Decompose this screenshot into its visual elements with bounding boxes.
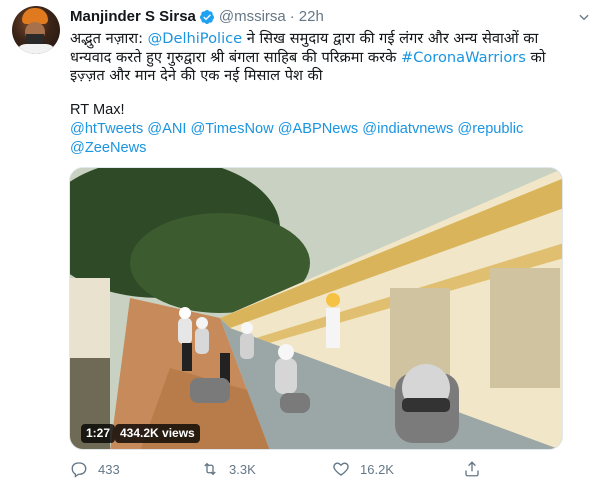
retweet-icon xyxy=(204,462,216,476)
author-handle[interactable]: @mssirsa xyxy=(219,8,286,25)
hashtag-coronawarriors-link[interactable]: #CoronaWarriors xyxy=(401,49,526,66)
tweet-timestamp[interactable]: 22h xyxy=(299,8,324,25)
video-duration-badge: 1:27 xyxy=(81,424,116,443)
share-icon xyxy=(465,461,479,477)
separator-dot: · xyxy=(289,8,295,25)
avatar-shirt xyxy=(16,44,56,54)
tweet-actions: 433 3.3K 16.2K xyxy=(70,460,590,484)
tweet-text-segment: अद्भुत नज़ारा: xyxy=(70,30,148,47)
like-button[interactable]: 16.2K xyxy=(332,460,394,478)
author-name[interactable]: Manjinder S Sirsa xyxy=(70,8,196,25)
mentions-line-1[interactable]: @htTweets @ANI @TimesNow @ABPNews @india… xyxy=(70,120,590,139)
reply-icon xyxy=(71,462,87,478)
video-window xyxy=(490,268,560,388)
video-views-badge: 434.2K views xyxy=(115,424,200,443)
retweet-count: 3.3K xyxy=(229,461,256,477)
retweet-button[interactable]: 3.3K xyxy=(201,460,256,478)
reply-button[interactable]: 433 xyxy=(70,460,120,478)
avatar[interactable] xyxy=(12,6,60,54)
share-button[interactable] xyxy=(463,460,481,478)
video-player[interactable] xyxy=(69,167,563,450)
tweet-text-line-2: धन्यवाद करते हुए गुरुद्वारा श्री बंगला स… xyxy=(70,49,590,68)
like-count: 16.2K xyxy=(360,461,394,477)
rt-text: RT Max! xyxy=(70,102,125,118)
mention-delhipolice-link[interactable]: @DelhiPolice xyxy=(148,30,243,47)
video-frame-illustration xyxy=(70,168,562,449)
chevron-down-icon[interactable] xyxy=(577,10,591,24)
reply-count: 433 xyxy=(98,461,120,477)
tweet-text-segment: धन्यवाद करते हुए गुरुद्वारा श्री बंगला स… xyxy=(70,48,401,66)
heart-icon xyxy=(333,462,349,476)
tweet-text: अद्भुत नज़ारा: @DelhiPolice ने सिख समुदा… xyxy=(70,30,590,86)
tweet-header: Manjinder S Sirsa @mssirsa · 22h xyxy=(70,8,324,25)
verified-badge-icon xyxy=(199,9,214,24)
tweet-text-line-3: इज़्ज़त और मान देने की एक नई मिसाल पेश क… xyxy=(70,67,323,84)
mentions-block: @htTweets @ANI @TimesNow @ABPNews @india… xyxy=(70,120,590,158)
tweet-text-segment: ने सिख समुदाय द्वारा की गई लंगर और अन्य … xyxy=(242,30,539,47)
tweet-card[interactable]: Manjinder S Sirsa @mssirsa · 22h अद्भुत … xyxy=(0,0,600,500)
tweet-text-segment: को xyxy=(525,48,546,66)
mentions-line-2[interactable]: @ZeeNews xyxy=(70,139,590,158)
tweet-text-line-1: अद्भुत नज़ारा: @DelhiPolice ने सिख समुदा… xyxy=(70,30,590,49)
